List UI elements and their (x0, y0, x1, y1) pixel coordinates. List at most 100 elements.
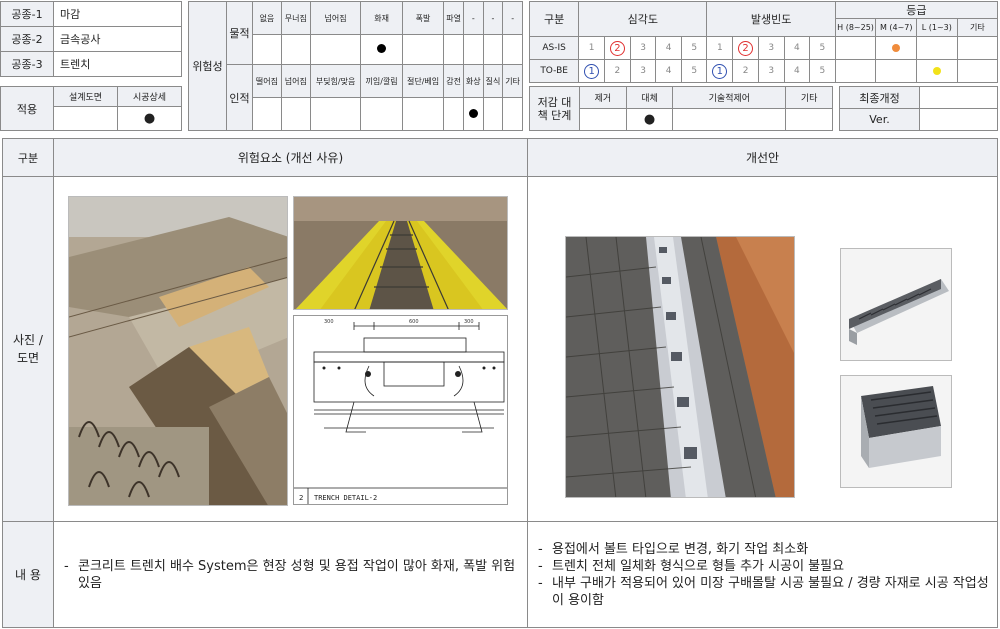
risk-content-item: 콘크리트 트렌치 배수 System은 현장 성형 및 용접 작업이 많아 화재… (60, 558, 521, 592)
asis-sev-1: 1 (578, 36, 606, 60)
risk-header: 위험요소 (개선 사유) (53, 138, 528, 177)
improve-header: 개선안 (527, 138, 998, 177)
asis-freq-2-circled: 2 (732, 36, 759, 60)
circled-value: 1 (712, 63, 728, 79)
asis-label: AS-IS (528, 36, 580, 60)
reduction-label: 저감 대책 단계 (529, 86, 580, 131)
apply-label: 적용 (0, 86, 54, 131)
trench-rebar-image (294, 197, 507, 309)
grade-l: L (1~3) (916, 18, 958, 37)
grade-etc: 기타 (956, 18, 999, 37)
tobe-sev-3: 3 (629, 59, 657, 83)
hazard-label: 위험성 (188, 1, 227, 131)
tobe-freq-1-circled: 1 (706, 59, 734, 83)
asis-freq-5: 5 (809, 36, 836, 60)
grade-header: 등급 (834, 1, 999, 19)
hazard-physical-item: 파열 (443, 1, 464, 35)
precast-trench-image (566, 237, 794, 497)
hazard-table: 위험성 물적 없음 무너짐 넘어짐 화재 폭발 파열 - - - 인적 떨어짐 … (188, 1, 523, 131)
formwork-photo-image (69, 197, 287, 505)
tobe-freq-2: 2 (732, 59, 759, 83)
tobe-freq-3: 3 (758, 59, 785, 83)
trench-detail-svg: 300 600 300 2 TRENCH DETAIL-2 (294, 316, 507, 504)
hazard-human-item: 부딪힘/맞음 (309, 64, 362, 98)
improve-content-list: 용접에서 볼트 타입으로 변경, 화기 작업 최소화 트렌치 전체 일체화 형식… (534, 541, 991, 609)
reduction-mark-substitute: ● (625, 108, 674, 131)
hazard-physical-item: - (482, 1, 504, 35)
drawing-title: TRENCH DETAIL-2 (314, 494, 377, 502)
reduction-col-remove: 제거 (579, 86, 627, 109)
eval-label: 구분 (528, 1, 580, 37)
grade-h: H (8~25) (834, 18, 877, 37)
hazard-human-item: 화상 (462, 64, 484, 98)
burn-mark-dot (468, 108, 478, 118)
hazard-human-item: 기타 (502, 64, 523, 98)
product-image-1 (841, 249, 951, 360)
apply-mark-2: ● (117, 106, 182, 131)
product-photo-2 (840, 375, 952, 488)
asis-sev-3: 3 (629, 36, 657, 60)
work-type-3-value: 트렌치 (53, 51, 182, 77)
formwork-photo (68, 196, 288, 506)
tobe-freq-5: 5 (809, 59, 836, 83)
hazard-human-label: 인적 (226, 64, 253, 131)
apply-table: 적용 설계도면 시공상세 ● (0, 86, 182, 131)
work-type-2-value: 금속공사 (53, 26, 182, 52)
asis-freq-1: 1 (706, 36, 734, 60)
hazard-human-item: 끼임/깔림 (360, 64, 403, 98)
work-type-1-label: 공종-1 (0, 1, 54, 27)
reduction-mark-etc (785, 108, 833, 131)
hazard-human-item: 감전 (443, 64, 464, 98)
revision-value (919, 86, 998, 109)
hazard-physical-item: - (502, 1, 523, 35)
work-type-2-label: 공종-2 (0, 26, 54, 52)
improve-content-item: 트렌치 전체 일체화 형식으로 형틀 추가 시공이 불필요 (534, 558, 991, 575)
drawing-dim-3: 300 (464, 319, 474, 325)
precast-trench-photo (565, 236, 795, 498)
reduction-mark-remove (579, 108, 627, 131)
fire-mark-dot (377, 44, 387, 53)
hazard-physical-item: 무너짐 (280, 1, 311, 35)
hazard-human-item: 절단/베임 (401, 64, 445, 98)
hazard-physical-item: 폭발 (401, 1, 445, 35)
tobe-label: TO-BE (528, 59, 580, 83)
content-label: 내 용 (2, 521, 54, 628)
circled-value: 2 (738, 40, 754, 56)
improve-content-cell: 용접에서 볼트 타입으로 변경, 화기 작업 최소화 트렌치 전체 일체화 형식… (527, 521, 998, 628)
work-type-3-label: 공종-3 (0, 51, 54, 77)
apply-construction-detail: 시공상세 (117, 86, 182, 107)
severity-header: 심각도 (578, 1, 708, 37)
hazard-physical-item: - (462, 1, 484, 35)
hazard-physical-label: 물적 (226, 1, 253, 65)
revision-table: 최종개정 Ver. (839, 86, 998, 131)
grade-m: M (4~7) (875, 18, 918, 37)
hazard-physical-item: 화재 (360, 1, 403, 35)
asis-sev-4: 4 (655, 36, 682, 60)
reduction-mark-engineering (672, 108, 787, 131)
work-type-1-value: 마감 (53, 1, 182, 27)
tobe-freq-4: 4 (783, 59, 811, 83)
work-type-table: 공종-1 마감 공종-2 금속공사 공종-3 트렌치 (0, 1, 182, 77)
asis-sev-5: 5 (680, 36, 708, 60)
risk-content-cell: 콘크리트 트렌치 배수 System은 현장 성형 및 용접 작업이 많아 화재… (53, 521, 528, 628)
hazard-human-item: 떨어짐 (252, 64, 282, 98)
asis-grade-m-dot (892, 43, 901, 52)
improve-content-item: 용접에서 볼트 타입으로 변경, 화기 작업 최소화 (534, 541, 991, 558)
circled-value: 1 (584, 63, 600, 79)
hazard-physical-item: 없음 (252, 1, 282, 35)
product-photo-1 (840, 248, 952, 361)
asis-freq-4: 4 (783, 36, 811, 60)
revision-label: 최종개정 (839, 86, 920, 109)
drawing-dim-1: 300 (324, 319, 334, 325)
tobe-sev-1-circled: 1 (578, 59, 606, 83)
tobe-sev-5: 5 (680, 59, 708, 83)
evaluation-table: 구분 심각도 발생빈도 등급 H (8~25) M (4~7) L (1~3) … (528, 1, 999, 83)
trench-detail-drawing: 300 600 300 2 TRENCH DETAIL-2 (293, 315, 508, 505)
hazard-human-item: 질식 (482, 64, 504, 98)
reduction-col-etc: 기타 (785, 86, 833, 109)
tobe-sev-4: 4 (655, 59, 682, 83)
drawing-dim-2: 600 (409, 319, 419, 325)
apply-mark-1 (53, 106, 118, 131)
circled-value: 2 (609, 40, 625, 56)
hazard-human-item: 넘어짐 (280, 64, 311, 98)
